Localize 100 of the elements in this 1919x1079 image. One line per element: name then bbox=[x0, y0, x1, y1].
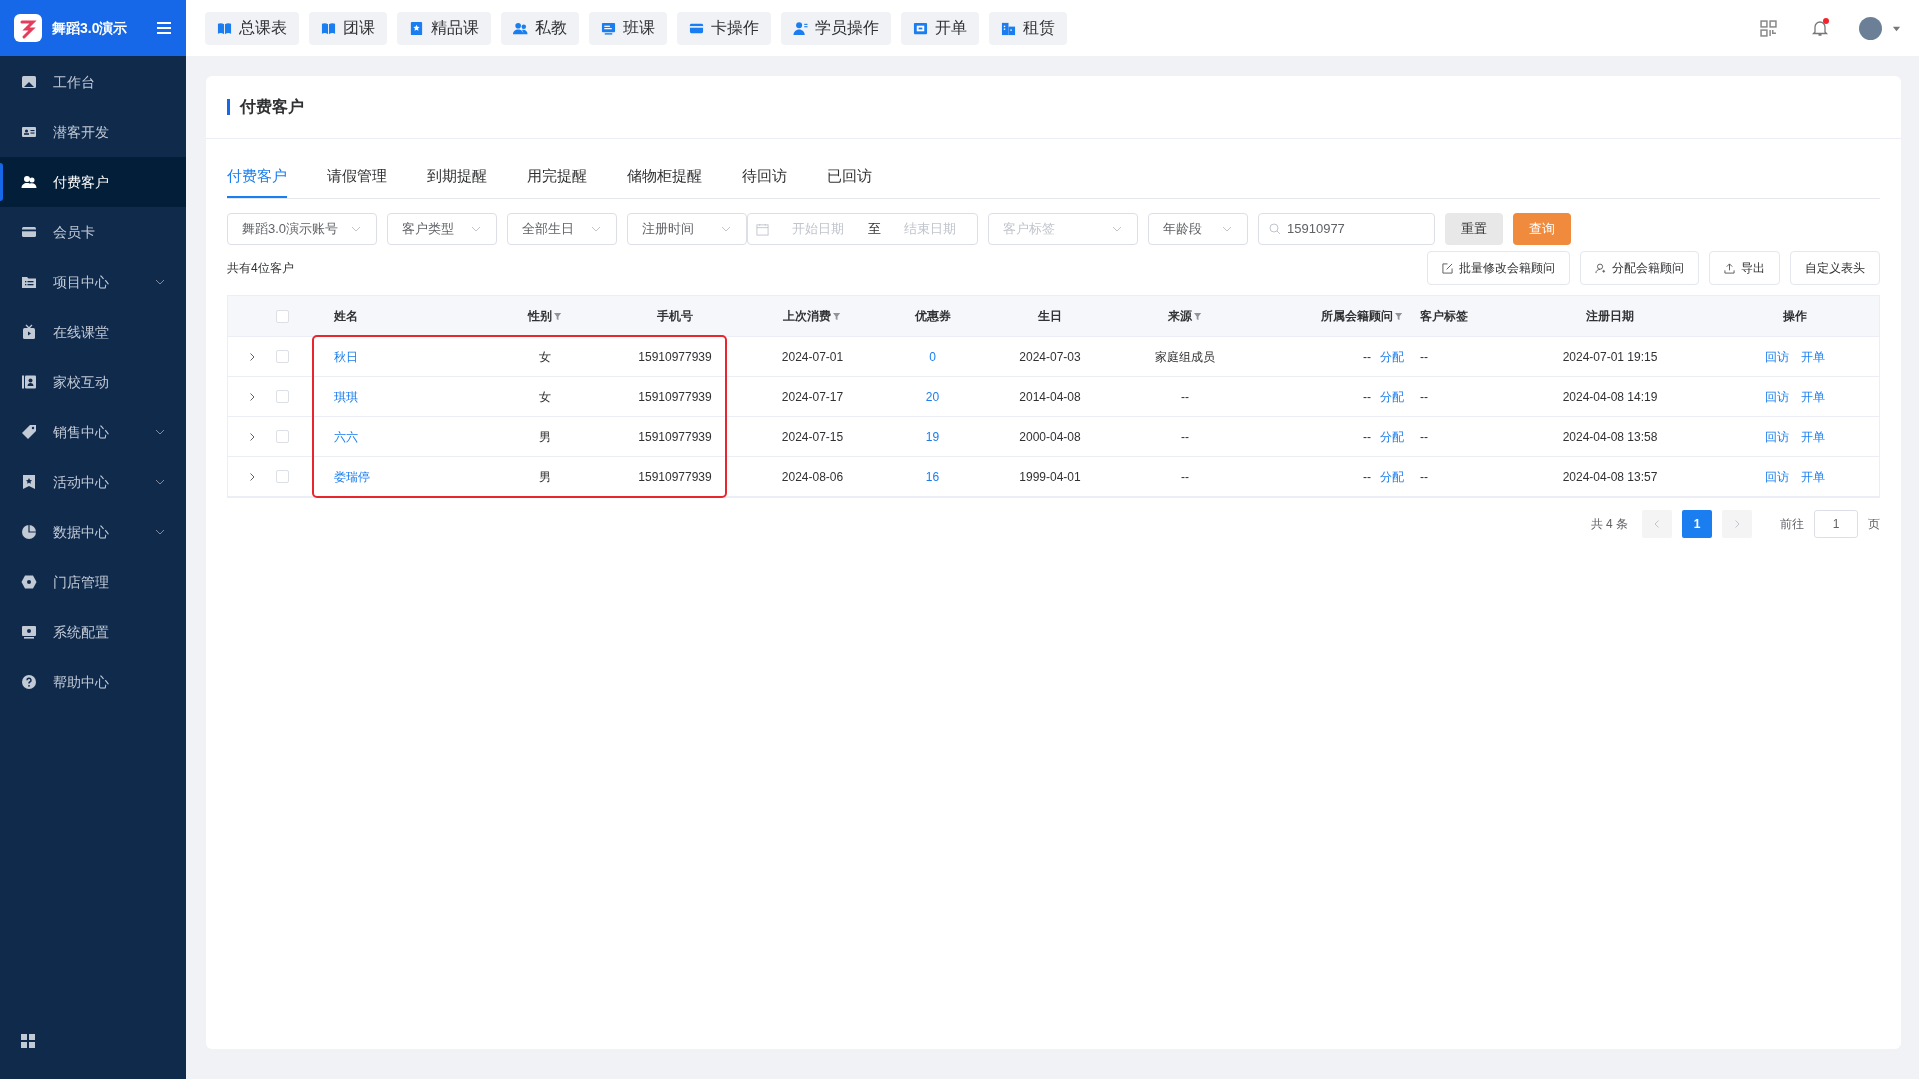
table-cell-text: 15910977939 bbox=[638, 348, 712, 366]
menu-icon[interactable] bbox=[156, 20, 172, 36]
sidebar-item[interactable]: 活动中心 bbox=[0, 457, 186, 507]
coupon-count-link[interactable]: 0 bbox=[929, 347, 936, 366]
top-nav-button[interactable]: 团课 bbox=[309, 11, 387, 45]
sidebar-item[interactable]: 会员卡 bbox=[0, 207, 186, 257]
column-header: 来源 bbox=[1167, 308, 1192, 325]
column-header: 生日 bbox=[1038, 308, 1062, 325]
user-icon bbox=[793, 20, 808, 36]
sidebar-item[interactable]: 系统配置 bbox=[0, 607, 186, 657]
filter-icon[interactable] bbox=[1395, 311, 1404, 321]
sidebar-item[interactable]: 项目中心 bbox=[0, 257, 186, 307]
assign-link[interactable]: 分配 bbox=[1380, 427, 1404, 446]
row-action-link[interactable]: 开单 bbox=[1800, 467, 1825, 486]
top-nav-button[interactable]: 学员操作 bbox=[781, 11, 891, 45]
action-button[interactable]: 导出 bbox=[1709, 251, 1780, 285]
row-action-link[interactable]: 回访 bbox=[1764, 427, 1789, 446]
row-action-link[interactable]: 回访 bbox=[1764, 387, 1789, 406]
building-icon bbox=[1001, 20, 1016, 36]
search-field[interactable]: 15910977 bbox=[1258, 213, 1435, 245]
assign-link[interactable]: 分配 bbox=[1380, 467, 1404, 486]
tab[interactable]: 到期提醒 bbox=[427, 157, 487, 198]
customer-name-link[interactable]: 琪琪 bbox=[334, 387, 358, 406]
help-icon bbox=[21, 674, 37, 690]
action-button[interactable]: 批量修改会籍顾问 bbox=[1427, 251, 1570, 285]
sidebar-item[interactable]: 在线课堂 bbox=[0, 307, 186, 357]
filter-select[interactable]: 全部生日 bbox=[507, 213, 617, 245]
row-checkbox[interactable] bbox=[276, 430, 289, 443]
coupon-count-link[interactable]: 19 bbox=[925, 427, 940, 446]
row-checkbox[interactable] bbox=[276, 390, 289, 403]
tab[interactable]: 付费客户 bbox=[227, 157, 287, 198]
tab[interactable]: 请假管理 bbox=[327, 157, 387, 198]
page-number-button[interactable]: 1 bbox=[1682, 510, 1712, 538]
sidebar-item[interactable]: 销售中心 bbox=[0, 407, 186, 457]
top-nav-button[interactable]: 班课 bbox=[589, 11, 667, 45]
coupon-count-link[interactable]: 16 bbox=[925, 467, 940, 486]
sidebar-item[interactable]: 家校互动 bbox=[0, 357, 186, 407]
tv-icon bbox=[21, 324, 37, 340]
page-input[interactable]: 1 bbox=[1814, 510, 1858, 538]
table-cell-text: -- bbox=[1363, 428, 1371, 446]
avatar[interactable] bbox=[1859, 16, 1882, 40]
goto-label: 前往 bbox=[1780, 516, 1804, 533]
column-header: 姓名 bbox=[334, 308, 358, 325]
filter-select[interactable]: 客户类型 bbox=[387, 213, 497, 245]
logo-icon bbox=[14, 14, 42, 42]
sidebar-item[interactable]: 付费客户 bbox=[0, 157, 186, 207]
row-action-link[interactable]: 开单 bbox=[1800, 347, 1825, 366]
date-range-field[interactable]: 开始日期 至 结束日期 bbox=[747, 213, 978, 245]
row-action-link[interactable]: 开单 bbox=[1800, 387, 1825, 406]
customer-name-link[interactable]: 娄瑞停 bbox=[334, 467, 370, 486]
row-checkbox[interactable] bbox=[276, 470, 289, 483]
sidebar-item[interactable]: 门店管理 bbox=[0, 557, 186, 607]
table-cell-text: -- bbox=[1363, 468, 1371, 486]
upload-icon bbox=[1724, 262, 1735, 274]
row-action-link[interactable]: 回访 bbox=[1764, 347, 1789, 366]
reset-button[interactable]: 重置 bbox=[1445, 213, 1503, 245]
top-nav-button[interactable]: 总课表 bbox=[205, 11, 299, 45]
filter-icon[interactable] bbox=[553, 311, 563, 321]
tab[interactable]: 用完提醒 bbox=[527, 157, 587, 198]
top-nav-button[interactable]: 精品课 bbox=[397, 11, 491, 45]
customer-name-link[interactable]: 秋日 bbox=[334, 347, 358, 366]
action-button[interactable]: 自定义表头 bbox=[1790, 251, 1880, 285]
filter-icon[interactable] bbox=[833, 311, 842, 321]
table-row[interactable]: 琪琪 女 15910977939 2024-07-17 20 2014-04-08 -- -- 分配 -- 2024-04-08 14:19 回访 开单 bbox=[228, 377, 1879, 417]
top-nav-button[interactable]: 私教 bbox=[501, 11, 579, 45]
sidebar-item[interactable]: 工作台 bbox=[0, 57, 186, 107]
select-all-checkbox[interactable] bbox=[276, 309, 289, 323]
customer-name-link[interactable]: 六六 bbox=[334, 427, 358, 446]
row-action-link[interactable]: 开单 bbox=[1800, 427, 1825, 446]
action-button[interactable]: 分配会籍顾问 bbox=[1580, 251, 1699, 285]
table-row[interactable]: 秋日 女 15910977939 2024-07-01 0 2024-07-03 家庭组成员 -- 分配 -- 2024-07-01 19:15 回访 开单 bbox=[228, 337, 1879, 377]
row-action-link[interactable]: 回访 bbox=[1764, 467, 1789, 486]
star-book-icon bbox=[409, 20, 424, 36]
age-select[interactable]: 年龄段 bbox=[1148, 213, 1248, 245]
sidebar-item[interactable]: 数据中心 bbox=[0, 507, 186, 557]
coupon-count-link[interactable]: 20 bbox=[925, 387, 940, 406]
tab[interactable]: 储物柜提醒 bbox=[627, 157, 702, 198]
table-cell-text: 15910977939 bbox=[638, 388, 712, 406]
chevron-left-icon bbox=[1652, 519, 1662, 529]
assign-link[interactable]: 分配 bbox=[1380, 347, 1404, 366]
table-row[interactable]: 六六 男 15910977939 2024-07-15 19 2000-04-08 -- -- 分配 -- 2024-04-08 13:58 回访 开单 bbox=[228, 417, 1879, 457]
qr-code-icon[interactable] bbox=[1760, 19, 1777, 37]
tab[interactable]: 已回访 bbox=[827, 157, 872, 198]
sidebar-item[interactable]: 潜客开发 bbox=[0, 107, 186, 157]
filter-select[interactable]: 舞蹈3.0演示账号 bbox=[227, 213, 377, 245]
row-checkbox[interactable] bbox=[276, 350, 289, 363]
id-card-icon bbox=[21, 124, 37, 140]
tab[interactable]: 待回访 bbox=[742, 157, 787, 198]
top-nav-button[interactable]: 卡操作 bbox=[677, 11, 771, 45]
filter-icon[interactable] bbox=[1193, 311, 1203, 321]
search-icon bbox=[1269, 223, 1281, 235]
top-nav-button[interactable]: 开单 bbox=[901, 11, 979, 45]
table-row[interactable]: 娄瑞停 男 15910977939 2024-08-06 16 1999-04-01 -- -- 分配 -- 2024-04-08 13:57 回访 开单 bbox=[228, 457, 1879, 497]
filter-select[interactable]: 注册时间 bbox=[627, 213, 747, 245]
grid-icon[interactable] bbox=[21, 1034, 35, 1048]
sidebar-item[interactable]: 帮助中心 bbox=[0, 657, 186, 707]
bell-icon[interactable] bbox=[1811, 19, 1829, 37]
assign-link[interactable]: 分配 bbox=[1380, 387, 1404, 406]
top-nav-button[interactable]: 租赁 bbox=[989, 11, 1067, 45]
table-cell-text: -- bbox=[1363, 348, 1371, 366]
